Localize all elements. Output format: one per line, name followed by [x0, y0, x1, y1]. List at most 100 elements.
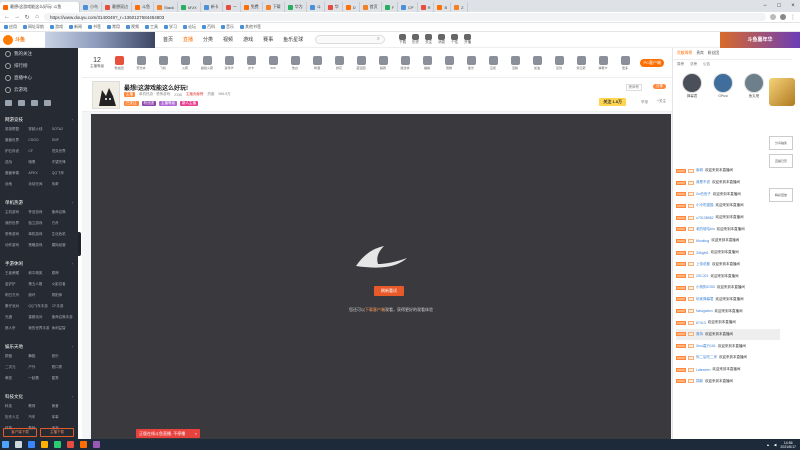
medal-label[interactable]: 主播贡献榜	[186, 92, 204, 97]
sidebar-category[interactable]: 户外	[28, 365, 49, 375]
douyu-logo[interactable]: 斗鱼	[3, 34, 45, 46]
extension-icon[interactable]	[770, 14, 776, 20]
sidebar-category[interactable]: QQ飞车	[52, 171, 73, 181]
browser-tab[interactable]: B	[434, 2, 452, 12]
chat-message[interactable]: Monking 欢迎来到本直播间	[676, 235, 780, 247]
download-client-link[interactable]: 下载客户端	[365, 307, 385, 312]
sidebar-category[interactable]: 明日方舟	[5, 293, 26, 303]
sidebar-category[interactable]: 科技	[5, 404, 26, 414]
browser-tab[interactable]: D	[343, 2, 360, 12]
active-tab[interactable]: 最想!这游戏能这么好玩! 斗鱼	[0, 2, 80, 12]
sidebar-category[interactable]: 使命召唤	[52, 210, 73, 220]
pc-client-button[interactable]: PC客户端	[640, 58, 664, 67]
forward-icon[interactable]: →	[14, 14, 20, 20]
chat-username[interactable]: Xu伯伯子	[696, 192, 711, 197]
sidebar-category[interactable]: 军事	[52, 415, 73, 425]
bookmark-item[interactable]: 其他书签	[240, 24, 261, 30]
nav-item[interactable]: 首页	[163, 36, 173, 43]
nav-item[interactable]: 赛事	[263, 36, 273, 43]
chat-username[interactable]: Monking	[696, 239, 709, 243]
chat-message[interactable]: 小冷吃猫猫 欢迎来到本直播间	[676, 200, 780, 212]
bookmark-item[interactable]: 新闻	[69, 24, 82, 30]
section-more-icon[interactable]: ›	[72, 117, 74, 123]
media-icon[interactable]	[93, 441, 100, 448]
sidebar-category[interactable]: 永劫无间	[28, 182, 49, 192]
chat-username[interactable]: Navigation	[696, 309, 713, 313]
sidebar-top-item[interactable]: 云游戏	[0, 84, 78, 96]
gift-item[interactable]: 666	[264, 55, 282, 70]
search-icon[interactable]: ⌕	[377, 36, 380, 43]
chat-message[interactable]: 67413 欢迎来到本直播间	[676, 317, 780, 329]
sidebar-category[interactable]: CF	[28, 149, 49, 159]
gift-item[interactable]: 火箭	[176, 55, 194, 70]
sidebar-category[interactable]: CSGO	[28, 138, 49, 148]
nav-item[interactable]: 鱼乐星球	[283, 36, 303, 43]
sidebar-category[interactable]: 模拟经营	[52, 243, 73, 253]
chat-message[interactable]: 玩家弹幕君 欢迎来到本直播间	[676, 294, 780, 306]
chrome-icon[interactable]	[54, 441, 61, 448]
app-icon[interactable]	[67, 441, 74, 448]
streamer-download-button[interactable]: 主播下载	[40, 428, 74, 437]
bookmark-item[interactable]: 游戏	[50, 24, 63, 30]
browser-tab[interactable]: MVX	[178, 2, 201, 12]
sidebar-category[interactable]: 金铲铲	[5, 282, 26, 292]
sidebar-category[interactable]: 坦克世界	[52, 149, 73, 159]
chat-username[interactable]: 我是不说	[696, 180, 710, 185]
sidebar-category[interactable]: 王者荣耀	[5, 271, 26, 281]
chat-username[interactable]: 67413	[696, 321, 706, 325]
sidebar-section-header[interactable]: 手游休闲 ›	[0, 258, 78, 270]
header-tool[interactable]: 历史	[412, 34, 420, 45]
bookmark-item[interactable]: 网址导航	[23, 24, 44, 30]
back-icon[interactable]: ←	[4, 14, 10, 20]
chat-username[interactable]: 2SCJ01	[696, 274, 708, 278]
gift-item[interactable]: 魔法棒	[396, 55, 414, 70]
sidebar-category[interactable]: 暗黑	[28, 160, 49, 170]
sidebar-category[interactable]: 魔兽世界	[5, 138, 26, 148]
right-tab[interactable]: 贡献周榜	[677, 51, 692, 56]
gift-item[interactable]: 签到	[550, 55, 568, 70]
sidebar-category[interactable]: 策略游戏	[28, 243, 49, 253]
room-tag[interactable]: 主播等级	[159, 101, 177, 106]
sidebar-category[interactable]: 蛋仔派对	[5, 304, 26, 314]
chat-username[interactable]: 小狗狗JO53	[696, 285, 715, 290]
browser-tab[interactable]: R	[418, 2, 435, 12]
chat-message[interactable]: 我是不说 欢迎来到本直播间	[676, 177, 780, 189]
chat-message[interactable]: Xinu嘉行161 欢迎来到本直播间	[676, 340, 780, 352]
right-subtab[interactable]: 总榜	[690, 62, 697, 67]
client-download-button[interactable]: 客户端下载	[3, 428, 37, 437]
sidebar-category[interactable]: DOTA2	[52, 127, 73, 137]
sidebar-category[interactable]: 我的世界手游	[28, 326, 49, 336]
chat-username[interactable]: 老的哈哈blu	[696, 227, 715, 232]
chat-username[interactable]: 你二后吃二来	[696, 355, 717, 360]
header-tool[interactable]: 开播	[464, 34, 472, 45]
header-right-banner[interactable]: 斗鱼嘉年华	[720, 31, 800, 48]
chat-username[interactable]: 小冷吃猫猫	[696, 203, 714, 208]
tech-icon[interactable]	[44, 100, 51, 106]
nav-item[interactable]: 直播	[183, 36, 193, 43]
room-category[interactable]: 单机热游 · 恐怖游戏	[139, 92, 170, 97]
sidebar-collapse-handle[interactable]	[78, 232, 81, 256]
bookmark-item[interactable]: 视频	[126, 24, 139, 30]
sidebar-category[interactable]: CF手游	[52, 304, 73, 314]
browser-tab[interactable]: 免费	[241, 2, 263, 12]
menu-icon[interactable]: ⋮	[790, 14, 796, 21]
reload-icon[interactable]: ↻	[24, 14, 30, 21]
browser-tab[interactable]: 斗	[307, 2, 325, 12]
chat-message[interactable]: 上帝说都 欢迎来到本直播间	[676, 259, 780, 271]
gift-item[interactable]: 办卡	[242, 55, 260, 70]
follow-count-button[interactable]: 关注 1.8万	[599, 98, 626, 106]
bookmark-item[interactable]: 学习	[164, 24, 177, 30]
chat-message[interactable]: 奥特 欢迎来到本直播间	[676, 328, 780, 341]
nav-item[interactable]: 视频	[223, 36, 233, 43]
sidebar-category[interactable]: 炉石传说	[5, 149, 26, 159]
chat-username[interactable]: 奥特	[696, 332, 703, 337]
gift-item[interactable]: 鲜花	[330, 55, 348, 70]
sidebar-category[interactable]: APEX	[28, 171, 49, 181]
gift-item[interactable]: 福袋	[418, 55, 436, 70]
chat-username[interactable]: 346gbf1	[696, 251, 709, 255]
maximize-icon[interactable]: □	[772, 0, 786, 12]
game-icon[interactable]	[5, 100, 12, 106]
browser-tab[interactable]: 最想双边	[102, 2, 132, 12]
sidebar-category[interactable]: 传奇	[52, 182, 73, 192]
home-icon[interactable]: ⌂	[34, 14, 40, 20]
